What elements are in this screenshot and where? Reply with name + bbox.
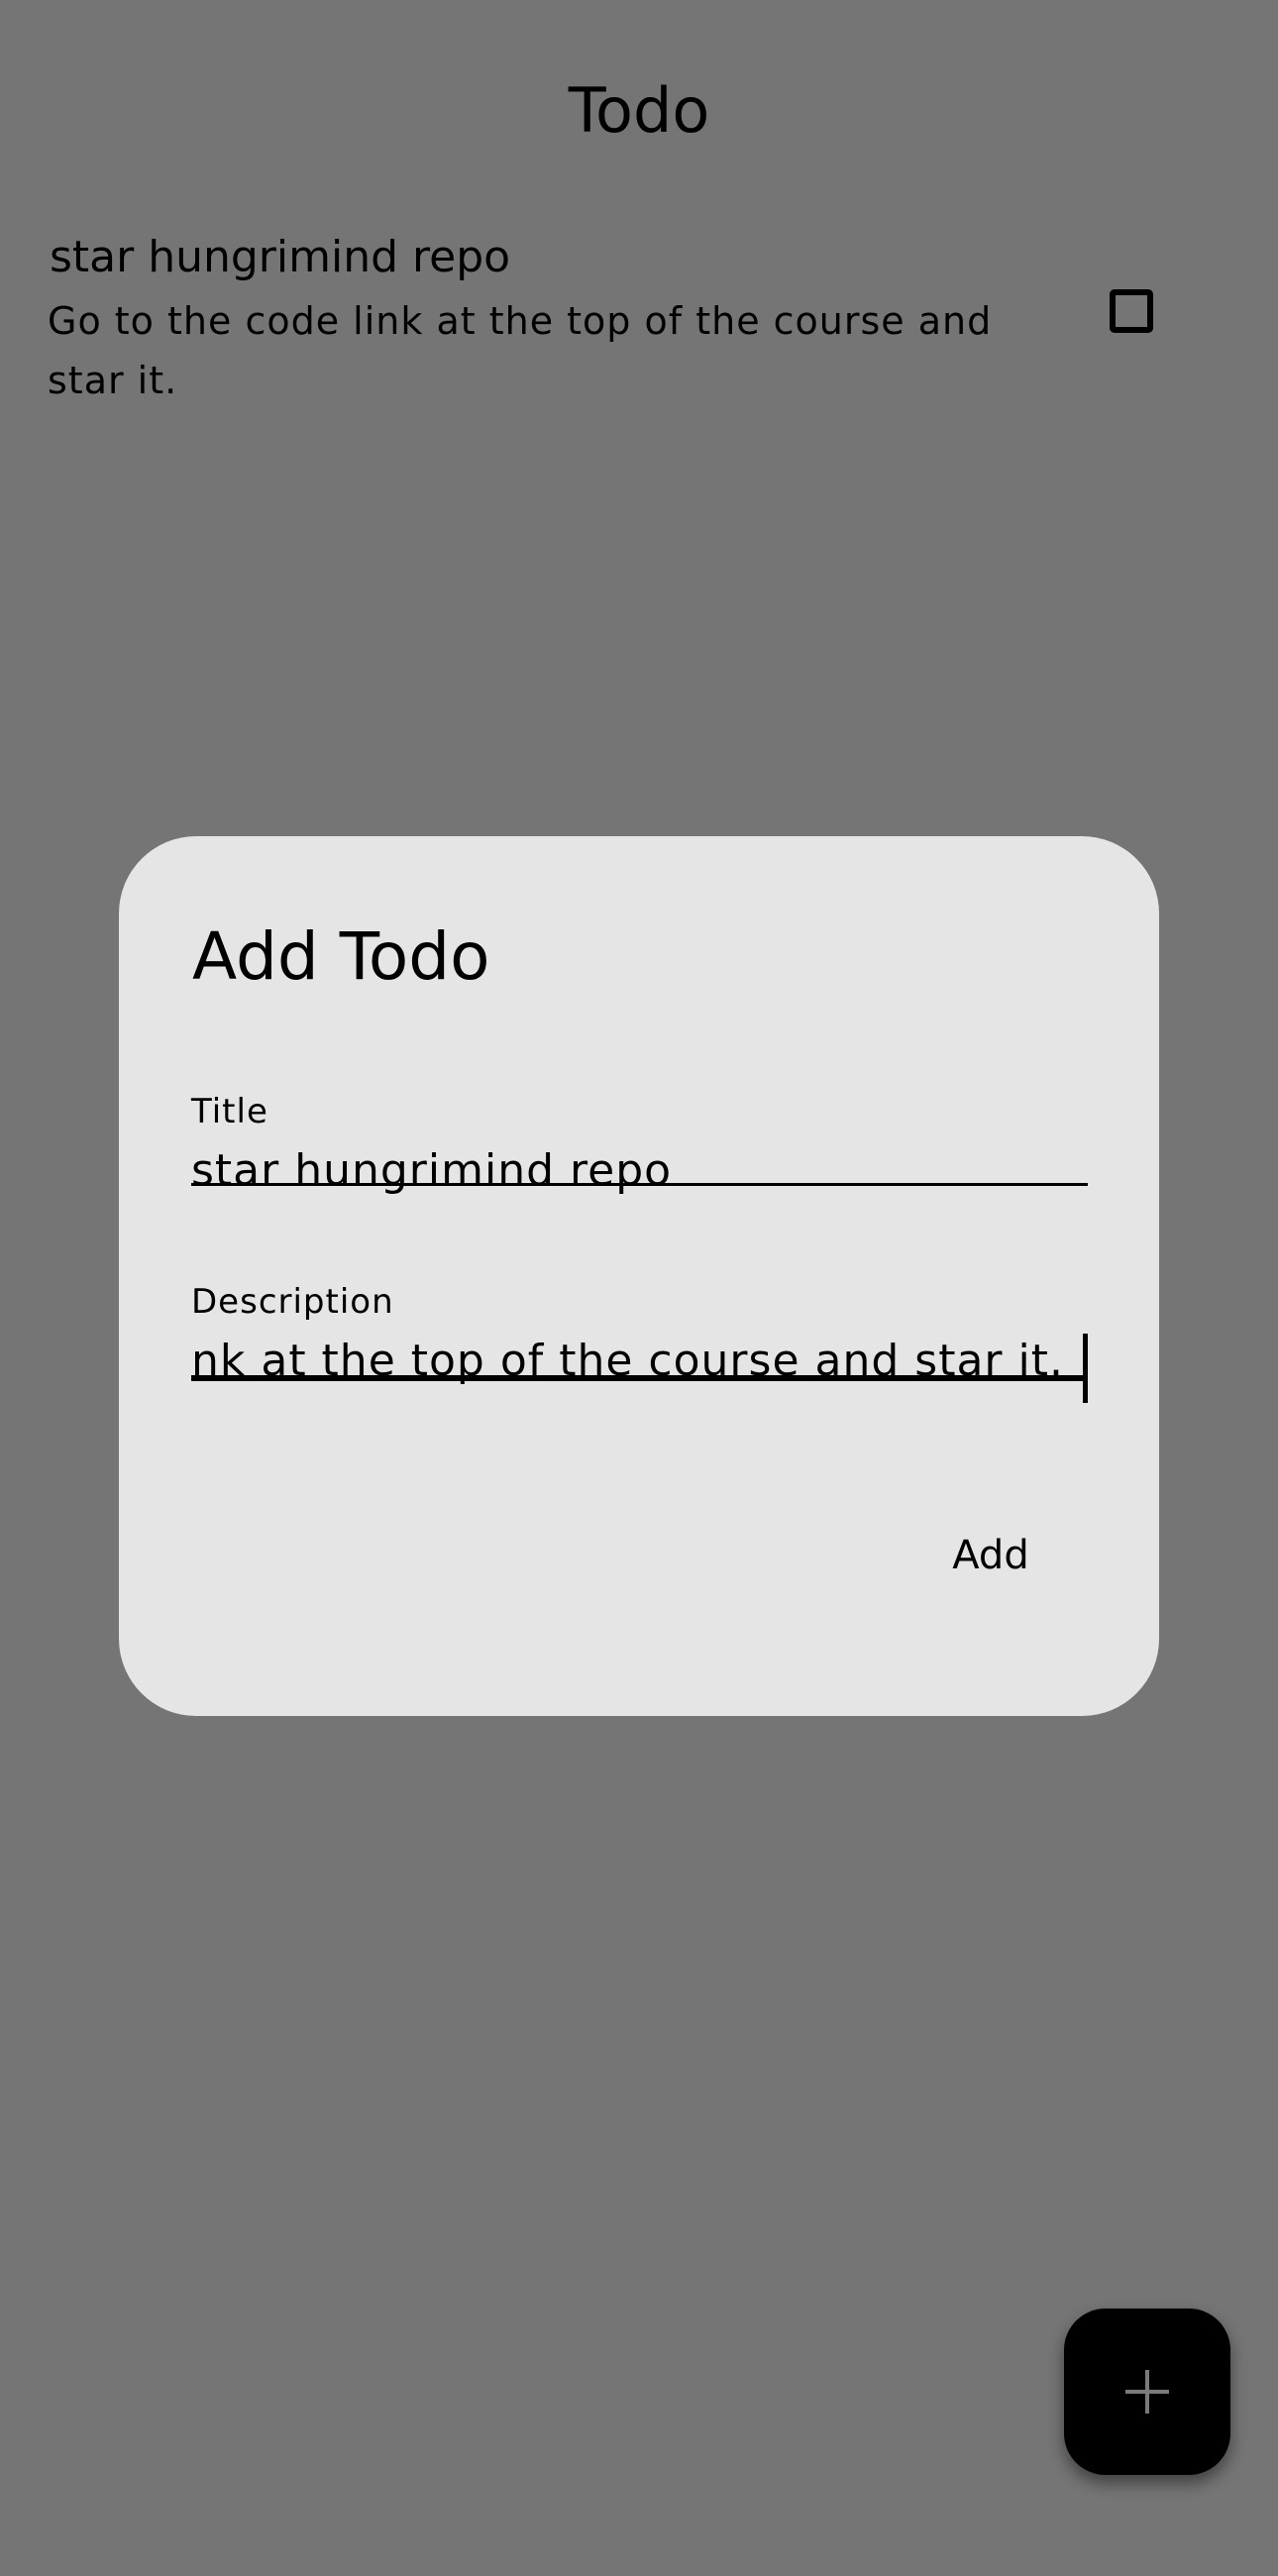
add-button[interactable]: Add <box>892 1506 1090 1605</box>
todo-description: Go to the code link at the top of the co… <box>48 299 993 402</box>
page-title: Todo <box>568 74 710 147</box>
text-cursor <box>1083 1334 1088 1403</box>
description-field-label: Description <box>191 1282 394 1322</box>
dialog-title: Add Todo <box>192 918 490 995</box>
description-field-underline <box>191 1375 1088 1381</box>
plus-icon <box>1125 2370 1169 2414</box>
todo-screen: Todo star hungrimind repo Go to the code… <box>0 0 1278 2576</box>
add-todo-fab[interactable] <box>1064 2308 1230 2475</box>
title-field-underline <box>191 1183 1088 1186</box>
description-field[interactable]: Description nk at the top of the course … <box>191 1280 1088 1403</box>
title-field[interactable]: Title star hungrimind repo <box>191 1090 1088 1196</box>
title-input[interactable]: star hungrimind repo <box>191 1141 1088 1201</box>
description-input[interactable]: nk at the top of the course and star it. <box>191 1332 1088 1391</box>
todo-title: star hungrimind repo <box>50 232 511 282</box>
list-item[interactable]: star hungrimind repo Go to the code link… <box>48 220 1230 418</box>
title-field-label: Title <box>191 1092 268 1131</box>
todo-checkbox[interactable] <box>1110 289 1153 333</box>
